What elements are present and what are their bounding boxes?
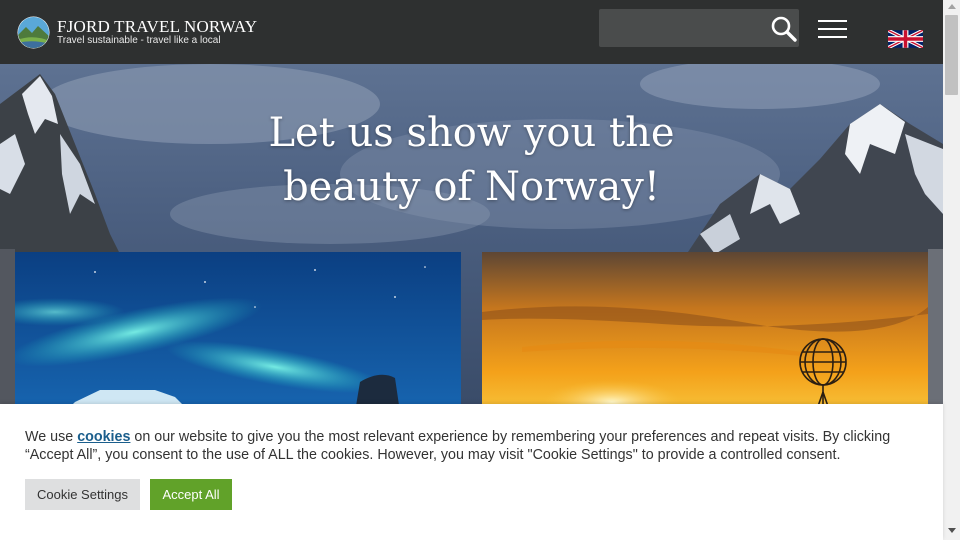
cookies-link[interactable]: cookies xyxy=(77,429,130,445)
vertical-scrollbar[interactable] xyxy=(943,0,960,540)
cookie-text-before: We use xyxy=(25,429,78,445)
northern-lights-card[interactable] xyxy=(15,252,461,404)
hamburger-menu-icon[interactable] xyxy=(818,20,848,40)
hero-title-line1: Let us show you the xyxy=(268,110,675,156)
hero-title-line2: beauty of Norway! xyxy=(283,164,660,210)
north-cape-sunset-card[interactable] xyxy=(482,252,928,404)
brand-name[interactable]: FJORD TRAVEL NORWAY xyxy=(57,17,257,37)
northern-lights-photo xyxy=(15,252,461,404)
uk-flag-icon[interactable] xyxy=(888,30,923,48)
brand-tagline: Travel sustainable - travel like a local xyxy=(57,35,221,46)
cookie-consent-banner: We use cookies on our website to give yo… xyxy=(0,404,943,540)
hero-title: Let us show you the beauty of Norway! xyxy=(200,106,743,214)
scroll-up-arrow-icon[interactable] xyxy=(948,4,956,9)
cookie-settings-button[interactable]: Cookie Settings xyxy=(25,479,140,510)
cookie-consent-text: We use cookies on our website to give yo… xyxy=(25,428,925,464)
cookie-text-after: on our website to give you the most rele… xyxy=(25,429,891,463)
north-cape-sunset-globe-photo xyxy=(482,252,928,404)
accept-all-button[interactable]: Accept All xyxy=(150,479,232,510)
search-input[interactable] xyxy=(599,9,799,47)
scroll-down-arrow-icon[interactable] xyxy=(948,528,956,533)
scrollbar-thumb[interactable] xyxy=(945,15,958,95)
hero-section: Let us show you the beauty of Norway! xyxy=(0,64,943,404)
site-header: FJORD TRAVEL NORWAY Travel sustainable -… xyxy=(0,0,943,64)
logo-icon[interactable] xyxy=(17,16,50,49)
search-icon[interactable] xyxy=(770,15,798,43)
